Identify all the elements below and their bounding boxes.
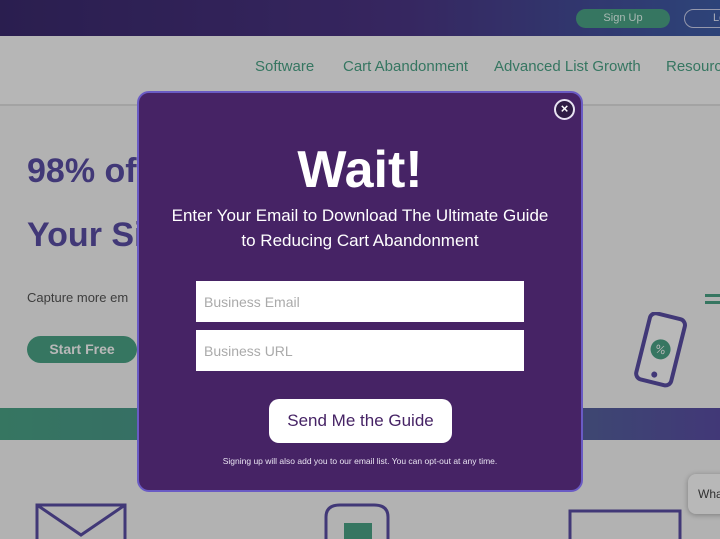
opt-out-notice: Signing up will also add you to our emai… [222,456,498,466]
send-guide-button[interactable]: Send Me the Guide [269,399,452,443]
modal-subtitle-line1: Enter Your Email to Download The Ultimat… [171,206,549,225]
business-url-input[interactable] [196,330,524,371]
business-email-input[interactable] [196,281,524,322]
close-icon[interactable]: × [554,99,575,120]
modal-subtitle-line2: to Reducing Cart Abandonment [241,231,479,250]
modal-title: Wait! [297,141,423,199]
